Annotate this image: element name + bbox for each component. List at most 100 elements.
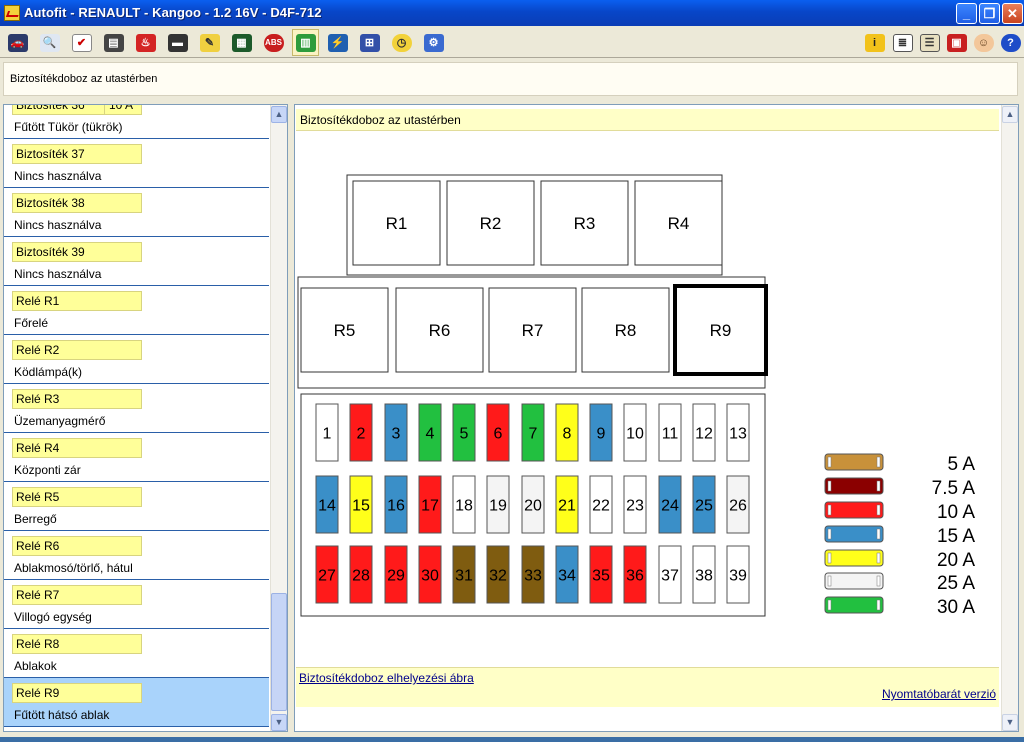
fuse-16[interactable]: 16 <box>384 475 408 534</box>
relay-r1[interactable]: R1 <box>352 180 441 266</box>
toolbar-gauge-button[interactable]: ▬ <box>164 29 191 56</box>
toolbar-wiring-button[interactable]: ⚡ <box>324 29 351 56</box>
fuse-31[interactable]: 31 <box>452 545 476 604</box>
fuse-33[interactable]: 33 <box>521 545 545 604</box>
fuse-10[interactable]: 10 <box>623 403 647 462</box>
fuse-4[interactable]: 4 <box>418 403 442 462</box>
fuse-2[interactable]: 2 <box>349 403 373 462</box>
fuse-29[interactable]: 29 <box>384 545 408 604</box>
fuse-25[interactable]: 25 <box>692 475 716 534</box>
list-item[interactable]: Relé R8 Ablakok <box>4 629 269 678</box>
toolbar-inspect-button[interactable]: 🔍 <box>36 29 63 56</box>
minimize-button[interactable]: _ <box>956 3 977 24</box>
fuse-30[interactable]: 30 <box>418 545 442 604</box>
list-item[interactable]: Relé R2 Ködlámpá(k) <box>4 335 269 384</box>
fuse-27[interactable]: 27 <box>315 545 339 604</box>
fuse-24[interactable]: 24 <box>658 475 682 534</box>
fuse-number: 18 <box>455 498 473 515</box>
toolbar-car-button[interactable]: 🚗 <box>4 29 31 56</box>
toolbar-document-button[interactable]: ≣ <box>889 29 916 56</box>
list-item[interactable]: Relé R4 Központi zár <box>4 433 269 482</box>
toolbar-checklist-button[interactable]: ✔ <box>68 29 95 56</box>
close-button[interactable]: ✕ <box>1002 3 1023 24</box>
fuse-21[interactable]: 21 <box>555 475 579 534</box>
panel-scrollbar[interactable]: ▲ ▼ <box>1001 105 1018 731</box>
fuse-8[interactable]: 8 <box>555 403 579 462</box>
fuse-15[interactable]: 15 <box>349 475 373 534</box>
toolbar-notes-button[interactable]: ☰ <box>916 29 943 56</box>
list-item[interactable]: Relé R3 Üzemanyagmérő <box>4 384 269 433</box>
toolbar-circuit-button[interactable]: ▦ <box>228 29 255 56</box>
fuse-12[interactable]: 12 <box>692 403 716 462</box>
relay-r5[interactable]: R5 <box>300 287 389 373</box>
scroll-down-button[interactable]: ▼ <box>271 714 287 731</box>
fuse-28[interactable]: 28 <box>349 545 373 604</box>
scroll-up-button[interactable]: ▲ <box>271 106 287 123</box>
fuse-23[interactable]: 23 <box>623 475 647 534</box>
fuse-9[interactable]: 9 <box>589 403 613 462</box>
list-item[interactable]: Relé R7 Villogó egység <box>4 580 269 629</box>
relay-r4[interactable]: R4 <box>634 180 723 266</box>
legend-label: 20 A <box>937 550 975 571</box>
location-diagram-link[interactable]: Biztosítékdoboz elhelyezési ábra <box>299 671 474 685</box>
fuse-37[interactable]: 37 <box>658 545 682 604</box>
fuse-38[interactable]: 38 <box>692 545 716 604</box>
list-item[interactable]: Biztosíték 38 Nincs használva <box>4 188 269 237</box>
notes-icon: ☰ <box>919 33 940 52</box>
relay-r7[interactable]: R7 <box>488 287 577 373</box>
toolbar-help-button[interactable]: ? <box>997 29 1024 56</box>
fuse-19[interactable]: 19 <box>486 475 510 534</box>
list-item[interactable]: Biztosíték 37 Nincs használva <box>4 139 269 188</box>
fuse-number: 2 <box>357 426 366 443</box>
toolbar-diagram-button[interactable]: ⊞ <box>356 29 383 56</box>
fuse-5[interactable]: 5 <box>452 403 476 462</box>
legend-item: 15 A <box>824 525 975 547</box>
fuse-18[interactable]: 18 <box>452 475 476 534</box>
toolbar-calendar-button[interactable]: ▣ <box>943 29 970 56</box>
list-item[interactable]: Biztosíték 36 10 A Fűtött Tükör (tükrök) <box>4 105 269 139</box>
relay-r9[interactable]: R9 <box>673 284 768 376</box>
fuse-17[interactable]: 17 <box>418 475 442 534</box>
fuse-20[interactable]: 20 <box>521 475 545 534</box>
fuse-36[interactable]: 36 <box>623 545 647 604</box>
scroll-up-button[interactable]: ▲ <box>1002 106 1018 123</box>
fuse-14[interactable]: 14 <box>315 475 339 534</box>
list-item[interactable]: Relé R6 Ablakmosó/törlő, hátul <box>4 531 269 580</box>
fuse-11[interactable]: 11 <box>658 403 682 462</box>
fuse-6[interactable]: 6 <box>486 403 510 462</box>
toolbar-abs-button[interactable]: ABS <box>260 29 287 56</box>
scroll-thumb[interactable] <box>271 593 287 711</box>
maximize-button[interactable]: ❐ <box>979 3 1000 24</box>
fuse-26[interactable]: 26 <box>726 475 750 534</box>
list-item[interactable]: Biztosíték 39 Nincs használva <box>4 237 269 286</box>
fuse-35[interactable]: 35 <box>589 545 613 604</box>
fuse-34[interactable]: 34 <box>555 545 579 604</box>
fuse-39[interactable]: 39 <box>726 545 750 604</box>
toolbar-info-button[interactable]: i <box>861 29 888 56</box>
swatch-terminal <box>876 552 881 564</box>
toolbar-parts-button[interactable]: ▤ <box>100 29 127 56</box>
print-version-link[interactable]: Nyomtatóbarát verzió <box>882 687 996 701</box>
relay-r8[interactable]: R8 <box>581 287 670 373</box>
fuse-1[interactable]: 1 <box>315 403 339 462</box>
relay-r2[interactable]: R2 <box>446 180 535 266</box>
toolbar-fuse-button[interactable]: ▥ <box>292 29 319 56</box>
fuse-7[interactable]: 7 <box>521 403 545 462</box>
scroll-down-button[interactable]: ▼ <box>1002 714 1018 731</box>
toolbar-settings-button[interactable]: ⚙ <box>420 29 447 56</box>
relay-r6[interactable]: R6 <box>395 287 484 373</box>
fuse-22[interactable]: 22 <box>589 475 613 534</box>
list-scrollbar[interactable]: ▲ ▼ <box>270 105 287 731</box>
toolbar-user-button[interactable]: ☺ <box>970 29 997 56</box>
list-item[interactable]: Relé R5 Berregő <box>4 482 269 531</box>
fuse-13[interactable]: 13 <box>726 403 750 462</box>
toolbar-oil-button[interactable]: ♨ <box>132 29 159 56</box>
toolbar-pencil-button[interactable]: ✎ <box>196 29 223 56</box>
list-item-selected[interactable]: Relé R9 Fűtött hátsó ablak <box>4 678 269 727</box>
toolbar-clock-button[interactable]: ◷ <box>388 29 415 56</box>
fuse-3[interactable]: 3 <box>384 403 408 462</box>
relay-r3[interactable]: R3 <box>540 180 629 266</box>
fuse-number: 19 <box>489 498 507 515</box>
list-item[interactable]: Relé R1 Főrelé <box>4 286 269 335</box>
fuse-32[interactable]: 32 <box>486 545 510 604</box>
